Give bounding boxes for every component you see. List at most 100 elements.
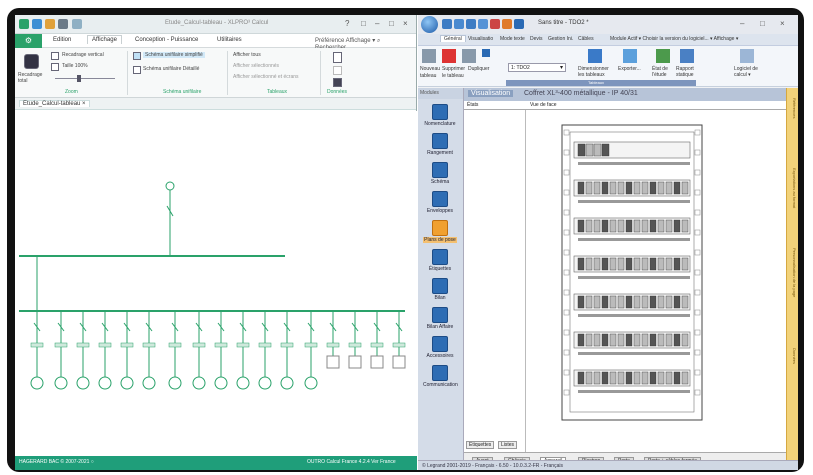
document-list-icon[interactable] (333, 66, 342, 75)
dupliquer-icon[interactable] (462, 49, 476, 63)
modular-device (617, 371, 625, 385)
socket-symbol (348, 355, 362, 369)
circuit-label-box (120, 342, 134, 348)
single-line-diagram-canvas[interactable] (15, 111, 417, 456)
tab-mode-texte[interactable]: Mode texte (500, 36, 525, 42)
document-icon[interactable] (333, 52, 342, 63)
tab-cables[interactable]: Câbles (578, 36, 594, 42)
schema-simplifie-button[interactable]: Schéma unifilaire simplifié (143, 52, 205, 58)
right-window-title: Sans titre - TDO2 * (538, 20, 589, 26)
save-icon[interactable] (32, 19, 42, 29)
module-bilan-affaire[interactable]: Bilan Affaire (423, 307, 457, 330)
nouveau-button[interactable]: Nouveau (420, 66, 440, 72)
tab-utilitaires[interactable]: Utilitaires (217, 37, 242, 43)
tab-gestion[interactable]: Gestion Ini. (548, 36, 573, 42)
tab-conception-puissance[interactable]: Conception - Puissance (135, 37, 198, 43)
tab-affichage[interactable]: Affichage (87, 35, 122, 44)
help-icon[interactable]: ? (345, 19, 349, 28)
supprimer-button[interactable]: Supprimer (442, 66, 465, 72)
nouveau-tableau-icon[interactable] (422, 49, 436, 63)
exporter-button[interactable]: Exporter... (618, 66, 641, 72)
supprimer-icon[interactable] (442, 49, 456, 63)
module-communication[interactable]: Communication (423, 365, 458, 388)
document-dark-icon[interactable] (333, 78, 342, 87)
exporter-icon[interactable] (623, 49, 637, 63)
maximize-icon[interactable]: □ (389, 19, 394, 28)
app-logo-icon (19, 19, 29, 29)
module-schema[interactable]: Schéma (423, 162, 457, 185)
cable-duct (578, 238, 690, 241)
restore-ribbon-icon[interactable]: □ (361, 19, 366, 28)
rapport-icon[interactable] (680, 49, 694, 63)
new-icon[interactable] (442, 19, 452, 29)
module-accessoires[interactable]: Accessoires (423, 336, 457, 359)
close-icon[interactable]: × (780, 19, 785, 28)
visualisation-tab[interactable]: Visualisation (468, 90, 514, 97)
module-bilan[interactable]: Bilan (423, 278, 457, 301)
document-tab[interactable]: Etude_Calcul-tableau × (19, 100, 90, 107)
visualisation-area: Visualisation Coffret XL³-400 métallique… (464, 88, 786, 470)
recadrage-total-icon[interactable] (24, 54, 39, 69)
side-tab-references[interactable]: Références (789, 98, 797, 118)
logiciel-button[interactable]: Logiciel de calcul ▾ (734, 66, 764, 78)
afficher-selectionne-ecrans-button[interactable]: Afficher sélectionné et écrans (233, 74, 299, 80)
folder-icon[interactable] (45, 19, 55, 29)
minimize-icon[interactable]: – (740, 19, 744, 28)
afficher-tous-button[interactable]: Afficher tous (233, 52, 261, 58)
load-symbol (76, 376, 90, 390)
save-icon[interactable] (466, 19, 476, 29)
rapport-button[interactable]: Rapport statique (676, 66, 702, 78)
etat-etude-button[interactable]: État de l'étude (652, 66, 674, 78)
module-menu[interactable]: Module Actif ▾ Choisir la version du log… (610, 36, 738, 42)
minimize-icon[interactable]: – (375, 19, 379, 28)
maximize-icon[interactable]: □ (760, 19, 765, 28)
redo-icon[interactable] (514, 19, 524, 29)
module-plans-de-pose[interactable]: Plans de pose (423, 220, 457, 243)
schema-detaille-button[interactable]: Schéma unifilaire Détaillé (143, 66, 199, 72)
side-tab-exportations[interactable]: Exportations au format (789, 168, 797, 208)
file-menu-button[interactable]: ⚙ (15, 34, 42, 48)
modular-device (641, 371, 649, 385)
recadrage-vertical-button[interactable]: Recadrage vertical (62, 52, 104, 58)
print-icon[interactable] (478, 19, 488, 29)
left-ribbon: Recadrage total Recadrage vertical Taill… (15, 48, 416, 98)
delete-icon[interactable] (490, 19, 500, 29)
modular-device (641, 181, 649, 195)
enclosure-front-view[interactable] (526, 110, 786, 452)
open-icon[interactable] (454, 19, 464, 29)
dupliquer-button[interactable]: Dupliquer (468, 66, 489, 72)
modular-device (649, 181, 657, 195)
tab-general[interactable]: Général (440, 35, 466, 42)
module-nomenclature[interactable]: Nomenclature (423, 104, 457, 127)
tableau-combobox[interactable]: 1: TDO2 ▾ (508, 63, 566, 72)
recadrage-total-button[interactable]: Recadrage total (18, 72, 48, 84)
side-tab-donnees[interactable]: Données (789, 348, 797, 364)
close-icon[interactable]: × (403, 19, 408, 28)
chevron-down-icon[interactable]: ▾ (560, 64, 563, 71)
etats-panel[interactable]: Etiquettes Listes (464, 110, 526, 452)
app-orb-icon[interactable] (421, 16, 438, 33)
module-enveloppes[interactable]: Enveloppes (423, 191, 457, 214)
undo-icon[interactable] (502, 19, 512, 29)
zoom-slider-thumb[interactable] (77, 75, 81, 82)
modular-device (593, 181, 601, 195)
tab-devis[interactable]: Devis (530, 36, 543, 42)
tab-listes[interactable]: Listes (498, 441, 518, 449)
arrow-icon[interactable] (482, 49, 490, 57)
module-etiquettes[interactable]: Étiquettes (423, 249, 457, 272)
logiciel-icon[interactable] (740, 49, 754, 63)
taille-button[interactable]: Taille 100% (62, 63, 88, 69)
undo-icon[interactable] (72, 19, 82, 29)
etat-etude-icon[interactable] (656, 49, 670, 63)
tab-edition[interactable]: Edition (53, 37, 71, 43)
dimensionner-button[interactable]: Dimensionner les tableaux (578, 66, 614, 78)
dimensionner-icon[interactable] (588, 49, 602, 63)
tab-etiquettes[interactable]: Etiquettes (466, 441, 495, 449)
zoom-slider[interactable] (55, 78, 115, 79)
left-window-title: Etude_Calcul-tableau - XLPRO³ Calcul (165, 20, 269, 26)
tab-visualisation[interactable]: Visualisatio (468, 36, 493, 42)
disk-icon[interactable] (58, 19, 68, 29)
afficher-selectionnes-button[interactable]: Afficher sélectionnés (233, 63, 279, 69)
side-tab-personnalisation[interactable]: Personnalisation de la page (789, 248, 797, 297)
module-rangement[interactable]: Rangement (423, 133, 457, 156)
